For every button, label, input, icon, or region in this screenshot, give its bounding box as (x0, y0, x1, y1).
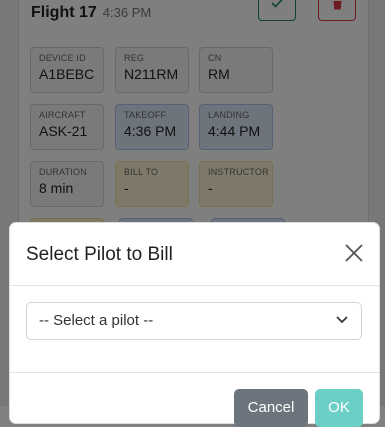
pilot-select-value: -- Select a pilot -- (39, 312, 154, 329)
modal-header-divider (10, 285, 379, 286)
close-button[interactable] (342, 241, 366, 265)
modal-footer-divider (10, 372, 379, 373)
select-pilot-dialog: Select Pilot to Bill -- Select a pilot -… (9, 222, 380, 427)
chevron-down-icon (336, 316, 348, 324)
close-icon (345, 244, 363, 262)
modal-title: Select Pilot to Bill (26, 244, 173, 265)
ok-button[interactable]: OK (315, 389, 363, 427)
cancel-button[interactable]: Cancel (234, 389, 308, 427)
pilot-select[interactable]: -- Select a pilot -- (26, 302, 362, 340)
